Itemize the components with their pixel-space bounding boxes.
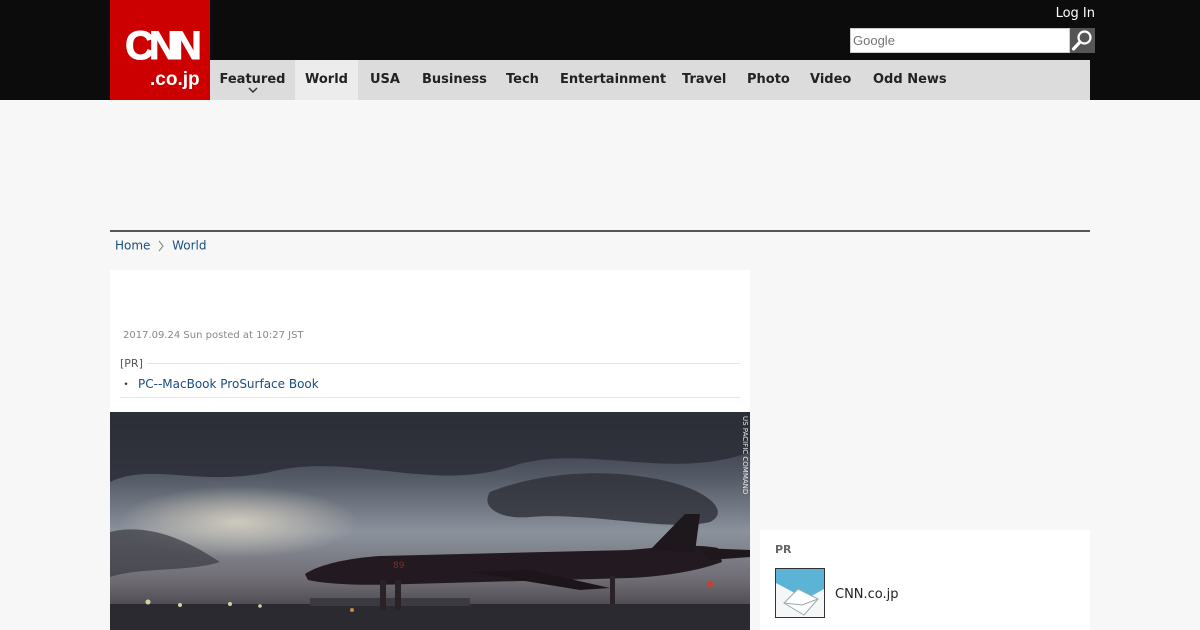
pr-bullet: ・ <box>120 377 133 391</box>
nav-odd-news[interactable]: Odd News <box>873 60 947 100</box>
cnn-logo[interactable]: CNN .co.jp <box>110 0 210 100</box>
pr-box: [PR] ・ PC--MacBook ProSurface Book <box>120 357 740 398</box>
login-link[interactable]: Log In <box>1056 6 1095 21</box>
pr-tag: [PR] <box>120 357 147 370</box>
search-icon <box>1071 30 1092 51</box>
chevron-down-icon <box>247 87 258 93</box>
nav-tech[interactable]: Tech <box>506 60 539 100</box>
nav-featured-label: Featured <box>219 72 286 87</box>
main-nav: Featured World USA Business Tech Enterta… <box>210 60 1090 100</box>
breadcrumb-world[interactable]: World <box>172 239 206 253</box>
mail-illustration-icon <box>776 569 824 617</box>
nav-entertainment[interactable]: Entertainment <box>560 60 666 100</box>
pr-list-item: ・ PC--MacBook ProSurface Book <box>120 375 319 392</box>
ad-banner-area <box>110 100 1090 230</box>
article-date: 2017.09.24 Sun posted at 10:27 JST <box>123 330 304 341</box>
sidebar-pr-box: PR CNN.co.jp <box>760 530 1090 630</box>
search-button[interactable] <box>1070 28 1095 53</box>
logo-cnn-text: CNN <box>125 24 203 69</box>
sidebar-pr-label: PR <box>775 543 792 556</box>
logo-cojp-text: .co.jp <box>150 69 200 90</box>
chevron-right-icon <box>158 240 164 251</box>
nav-world[interactable]: World <box>295 60 358 100</box>
breadcrumb-home[interactable]: Home <box>115 239 150 253</box>
nav-video[interactable]: Video <box>810 60 851 100</box>
pr-link[interactable]: PC--MacBook ProSurface Book <box>138 377 319 391</box>
sidebar-pr-thumbnail[interactable] <box>775 568 825 618</box>
article-card: 2017.09.24 Sun posted at 10:27 JST [PR] … <box>110 270 750 630</box>
section-divider <box>110 230 1090 232</box>
nav-travel[interactable]: Travel <box>682 60 726 100</box>
article-photo[interactable]: 89 US PACIFIC COMMAND <box>110 412 750 630</box>
search-input[interactable] <box>850 28 1070 53</box>
photo-credit: US PACIFIC COMMAND <box>741 416 749 494</box>
nav-usa[interactable]: USA <box>370 60 400 100</box>
nav-featured[interactable]: Featured <box>210 60 295 100</box>
breadcrumb: Home World <box>115 238 206 253</box>
nav-business[interactable]: Business <box>422 60 487 100</box>
bomber-photo-illustration: 89 US PACIFIC COMMAND <box>110 412 750 630</box>
aircraft-marking: 89 <box>393 561 405 571</box>
nav-photo[interactable]: Photo <box>747 60 790 100</box>
sidebar-pr-name[interactable]: CNN.co.jp <box>835 587 899 602</box>
